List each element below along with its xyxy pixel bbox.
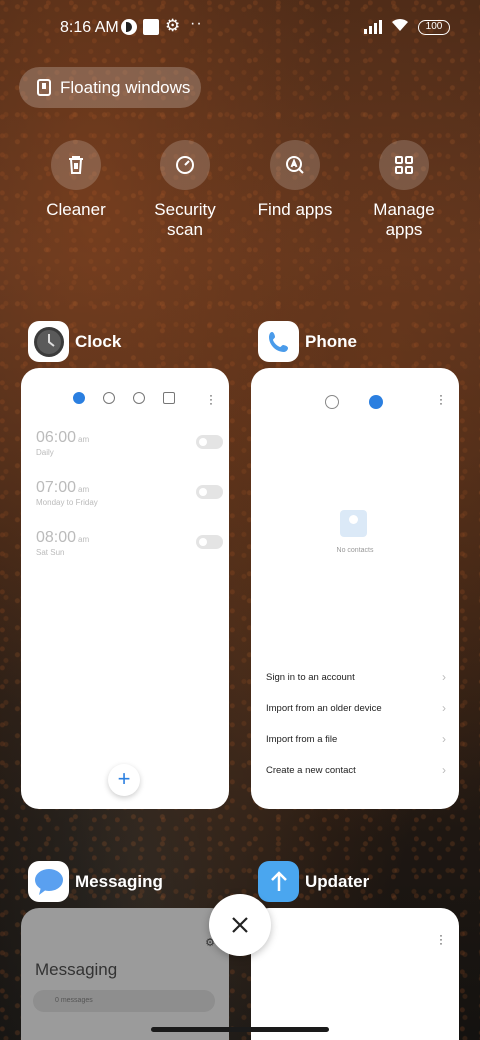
phone-tabs [325, 395, 383, 409]
messaging-app-header[interactable]: Messaging [28, 861, 163, 902]
clock-icon [28, 321, 69, 362]
chevron-right-icon: › [442, 732, 446, 746]
option-label: Import from an older device [266, 703, 382, 714]
call-log-tab-icon[interactable] [325, 395, 339, 409]
security-scan-label: Security scan [154, 200, 216, 239]
alarm-toggle[interactable] [196, 535, 223, 549]
alarm-item[interactable]: 06:00 am Daily [36, 429, 223, 457]
clock-card[interactable]: · · · 06:00 am Daily 07:00 am Monday to Frid… [21, 368, 229, 809]
alarm-time: 08:00 am [36, 529, 90, 546]
clock-tab-icon[interactable] [103, 392, 115, 404]
no-contacts-text: No contacts [336, 547, 374, 554]
manage-apps-button[interactable]: Manage apps [349, 140, 459, 240]
updater-icon [258, 861, 299, 902]
clock-tabs [73, 392, 175, 404]
import-file-option[interactable]: Import from a file › [266, 732, 446, 746]
messaging-title: Messaging [35, 960, 118, 979]
clear-all-button[interactable] [209, 894, 271, 956]
cleaner-button[interactable]: Cleaner [21, 140, 131, 220]
alarm-repeat: Sat Sun [36, 548, 65, 557]
phone-app-name: Phone [305, 331, 357, 351]
alarm-tab-icon[interactable] [73, 392, 85, 404]
more-icon[interactable]: · · · [439, 389, 443, 409]
import-older-device-option[interactable]: Import from an older device › [266, 701, 446, 715]
vpn-icon [121, 19, 137, 35]
find-apps-icon [270, 140, 320, 190]
home-indicator[interactable] [151, 1027, 329, 1032]
floating-windows-label: Floating windows [60, 77, 191, 97]
messaging-app-name: Messaging [75, 871, 163, 891]
updater-app-header[interactable]: Updater [258, 861, 369, 902]
messaging-card[interactable]: ⚙ Messaging 0 messages [21, 908, 229, 1040]
phone-app-header[interactable]: Phone [258, 321, 357, 362]
window-icon [37, 79, 51, 96]
updater-card[interactable]: · · · [251, 908, 459, 1040]
clock-app-name: Clock [75, 331, 122, 351]
dots-icon: ·· [190, 15, 203, 32]
square-icon [143, 19, 159, 35]
find-apps-button[interactable]: Find apps [240, 140, 350, 220]
alarm-item[interactable]: 08:00 am Sat Sun [36, 529, 223, 557]
clock-app-header[interactable]: Clock [28, 321, 121, 362]
security-icon [160, 140, 210, 190]
alarm-time: 06:00 am [36, 429, 90, 446]
chevron-right-icon: › [442, 701, 446, 715]
alarm-toggle[interactable] [196, 435, 223, 449]
manage-apps-label: Manage apps [373, 200, 435, 239]
alarm-repeat: Monday to Friday [36, 498, 98, 507]
cleaner-label: Cleaner [46, 200, 106, 219]
add-alarm-button[interactable]: + [108, 764, 140, 796]
updater-app-name: Updater [305, 871, 370, 891]
sign-in-option[interactable]: Sign in to an account › [266, 670, 446, 684]
status-time: 8:16 AM [60, 19, 119, 36]
signal-icon [364, 20, 386, 34]
alarm-time: 07:00 am [36, 479, 90, 496]
create-contact-option[interactable]: Create a new contact › [266, 763, 446, 777]
more-icon[interactable]: · · · [439, 929, 443, 949]
close-icon [232, 917, 248, 933]
alarm-item[interactable]: 07:00 am Monday to Friday [36, 479, 223, 507]
chevron-right-icon: › [442, 670, 446, 684]
chevron-right-icon: › [442, 763, 446, 777]
timer-tab-icon[interactable] [163, 392, 175, 404]
messaging-search[interactable]: 0 messages [33, 990, 215, 1012]
find-apps-label: Find apps [257, 200, 333, 219]
contacts-tab-icon[interactable] [369, 395, 383, 409]
contact-placeholder-icon [340, 510, 367, 537]
battery-icon: 100 [418, 20, 450, 35]
option-label: Create a new contact [266, 765, 356, 776]
messaging-icon [28, 861, 69, 902]
gear-icon: ⚙ [165, 16, 181, 35]
security-scan-button[interactable]: Security scan [130, 140, 240, 240]
stopwatch-tab-icon[interactable] [133, 392, 145, 404]
option-label: Import from a file [266, 734, 338, 745]
status-bar: 8:16 AM ⚙ ·· 100 [0, 0, 480, 56]
alarm-toggle[interactable] [196, 485, 223, 499]
option-label: Sign in to an account [266, 672, 355, 683]
alarm-repeat: Daily [36, 448, 54, 457]
floating-windows-button[interactable]: Floating windows [19, 67, 201, 108]
wifi-icon [390, 16, 410, 37]
trash-icon [51, 140, 101, 190]
grid-icon [379, 140, 429, 190]
phone-card[interactable]: · · · No contacts Sign in to an account › … [251, 368, 459, 809]
more-icon[interactable]: · · · [209, 389, 213, 409]
phone-icon [258, 321, 299, 362]
